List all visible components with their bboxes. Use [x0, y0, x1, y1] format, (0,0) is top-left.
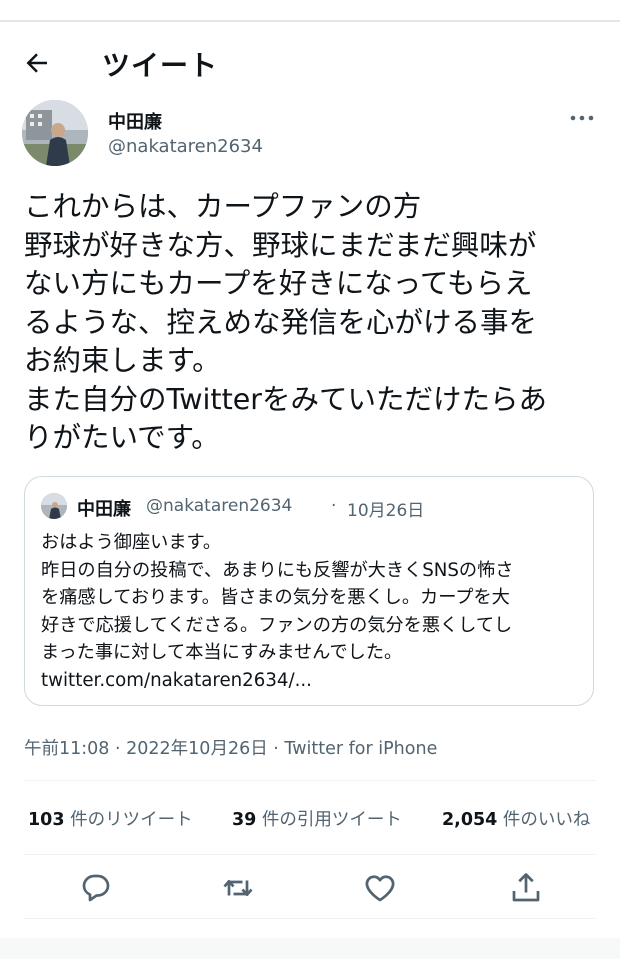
- quoted-date: 10月26日: [347, 501, 425, 521]
- quoted-tweet-header: 中田廉 @nakataren2634 · 10月26日: [41, 493, 583, 521]
- tweet-actions: [0, 868, 620, 908]
- quoted-tweet[interactable]: 中田廉 @nakataren2634 · 10月26日 おはよう御座います。 昨…: [24, 476, 594, 706]
- likes-count: 2,054: [442, 810, 498, 830]
- reply-button[interactable]: [78, 870, 114, 906]
- tweet-time: 午前11:08: [24, 739, 110, 759]
- tweet-text: これからは、カープファンの方 野球が好きな方、野球にまだまだ興味が ない方にもカ…: [24, 190, 548, 454]
- header: ツイート: [0, 34, 620, 90]
- retweets-label: 件のリツイート: [64, 810, 193, 830]
- quoted-author-handle: @nakataren2634: [146, 496, 293, 516]
- heart-icon: [365, 875, 395, 902]
- bottom-strip: [0, 938, 620, 959]
- author-name[interactable]: 中田廉: [108, 108, 162, 134]
- retweet-icon: [223, 879, 253, 897]
- arrow-left-icon: [26, 53, 47, 73]
- tweet-author: 中田廉 @nakataren2634: [22, 100, 598, 170]
- quoted-tweet-text: おはよう御座います。 昨日の自分の投稿で、あまりにも反響が大きくSNSの怖さ を…: [41, 532, 514, 691]
- quotes-stat[interactable]: 39 件の引用ツイート: [232, 806, 402, 831]
- quoted-avatar: [41, 493, 67, 519]
- tweet-date: 2022年10月26日: [126, 739, 268, 759]
- more-button[interactable]: [568, 108, 596, 128]
- tweet-meta: 午前11:08 · 2022年10月26日 · Twitter for iPho…: [24, 735, 437, 760]
- divider: [24, 918, 596, 919]
- meta-separator: ·: [109, 739, 127, 759]
- tweet-source-link[interactable]: Twitter for iPhone: [284, 739, 437, 759]
- tweet-stats: 103 件のリツイート 39 件の引用ツイート 2,054 件のいいね: [24, 806, 606, 834]
- retweet-button[interactable]: [220, 870, 256, 906]
- share-button[interactable]: [508, 870, 544, 906]
- share-icon: [512, 873, 540, 902]
- quoted-separator: ·: [331, 496, 337, 516]
- quotes-label: 件の引用ツイート: [256, 810, 402, 830]
- avatar[interactable]: [22, 100, 88, 166]
- quotes-count: 39: [232, 810, 257, 830]
- author-handle[interactable]: @nakataren2634: [108, 136, 263, 157]
- more-horizontal-icon: [570, 115, 594, 121]
- divider: [24, 854, 596, 855]
- likes-label: 件のいいね: [497, 810, 591, 830]
- page-title: ツイート: [102, 49, 219, 82]
- quoted-author-name: 中田廉: [77, 499, 131, 520]
- retweets-count: 103: [28, 810, 65, 830]
- retweets-stat[interactable]: 103 件のリツイート: [28, 806, 193, 831]
- back-button[interactable]: [22, 48, 52, 78]
- like-button[interactable]: [362, 870, 398, 906]
- meta-separator: ·: [267, 739, 285, 759]
- reply-icon: [82, 874, 110, 902]
- top-divider: [0, 20, 620, 22]
- likes-stat[interactable]: 2,054 件のいいね: [442, 806, 590, 831]
- divider: [24, 780, 596, 781]
